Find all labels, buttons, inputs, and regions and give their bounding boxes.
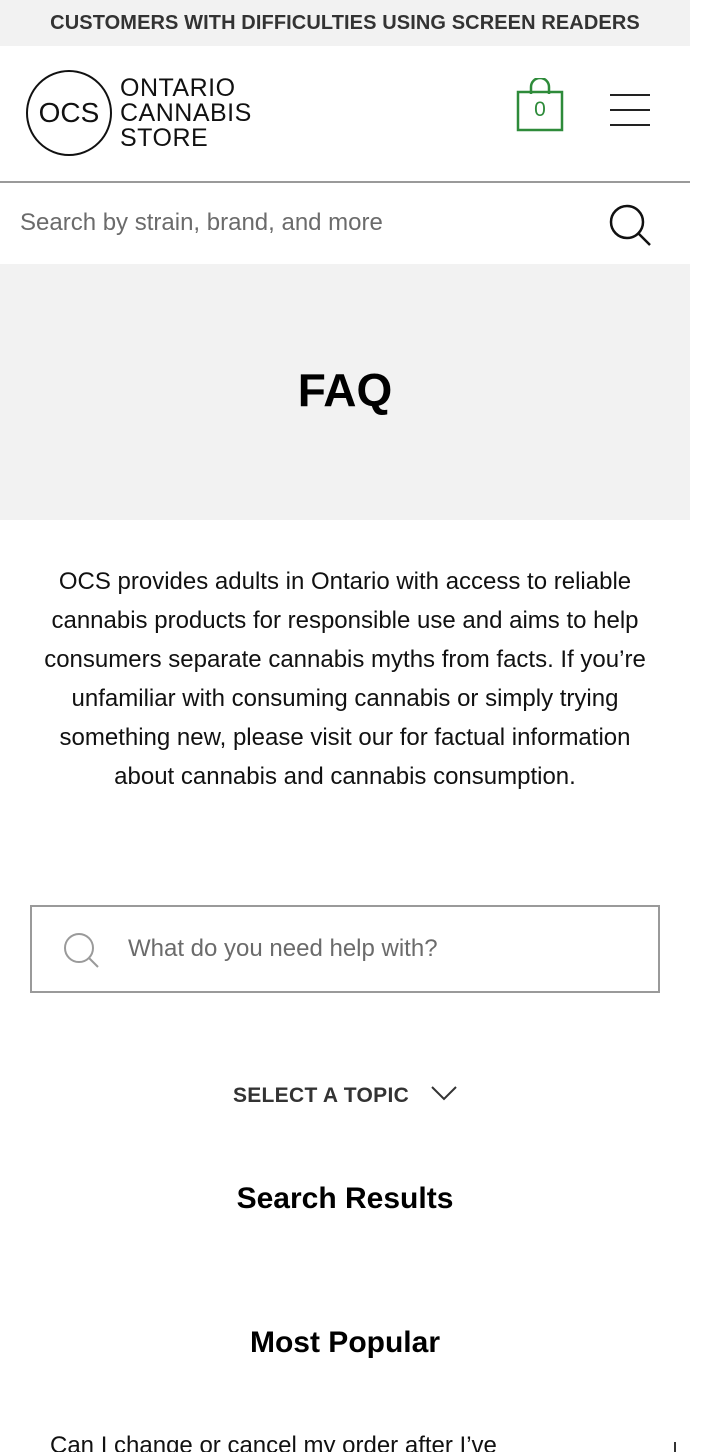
screen-reader-help-link[interactable]: CUSTOMERS WITH DIFFICULTIES USING SCREEN…: [50, 12, 640, 35]
site-search-bar: [0, 185, 690, 264]
site-search-input[interactable]: [20, 199, 580, 247]
faq-question: Can I change or cancel my order after I’…: [50, 1432, 497, 1452]
search-icon: [64, 933, 99, 968]
cart-count: 0: [534, 98, 546, 121]
logo-line-cannabis: CANNABIS: [120, 98, 252, 127]
topic-select-label: SELECT A TOPIC: [232, 1084, 410, 1107]
expand-plus-icon[interactable]: [666, 1442, 684, 1452]
intro-paragraph: OCS provides adults in Ontario with acce…: [44, 568, 646, 790]
faq-accordion-item[interactable]: Can I change or cancel my order after I’…: [50, 1428, 676, 1452]
faq-search-box: [30, 905, 660, 993]
logo-wordmark: ONTARIO CANNABIS STORE: [120, 73, 252, 152]
site-header: OCS ONTARIO CANNABIS STORE 0: [0, 46, 690, 183]
logo-line-ontario: ONTARIO: [120, 73, 236, 102]
ocs-logo[interactable]: OCS ONTARIO CANNABIS STORE: [26, 70, 252, 156]
cart-button[interactable]: 0: [516, 78, 564, 132]
hamburger-menu-icon[interactable]: [610, 94, 650, 126]
logo-line-store: STORE: [120, 123, 209, 152]
search-button[interactable]: [606, 203, 654, 249]
search-icon: [609, 204, 651, 246]
search-results-heading: Search Results: [236, 1182, 454, 1215]
chevron-down-icon: [431, 1086, 457, 1101]
accessibility-bar: CUSTOMERS WITH DIFFICULTIES USING SCREEN…: [0, 0, 690, 46]
most-popular-heading: Most Popular: [249, 1326, 440, 1359]
topic-select[interactable]: SELECT A TOPIC: [0, 1078, 690, 1114]
page: CUSTOMERS WITH DIFFICULTIES USING SCREEN…: [0, 0, 690, 1452]
faq-search-input[interactable]: [128, 925, 638, 973]
faq-hero: FAQ: [0, 264, 690, 520]
page-title: FAQ: [297, 364, 393, 416]
logo-monogram: OCS: [26, 70, 112, 156]
